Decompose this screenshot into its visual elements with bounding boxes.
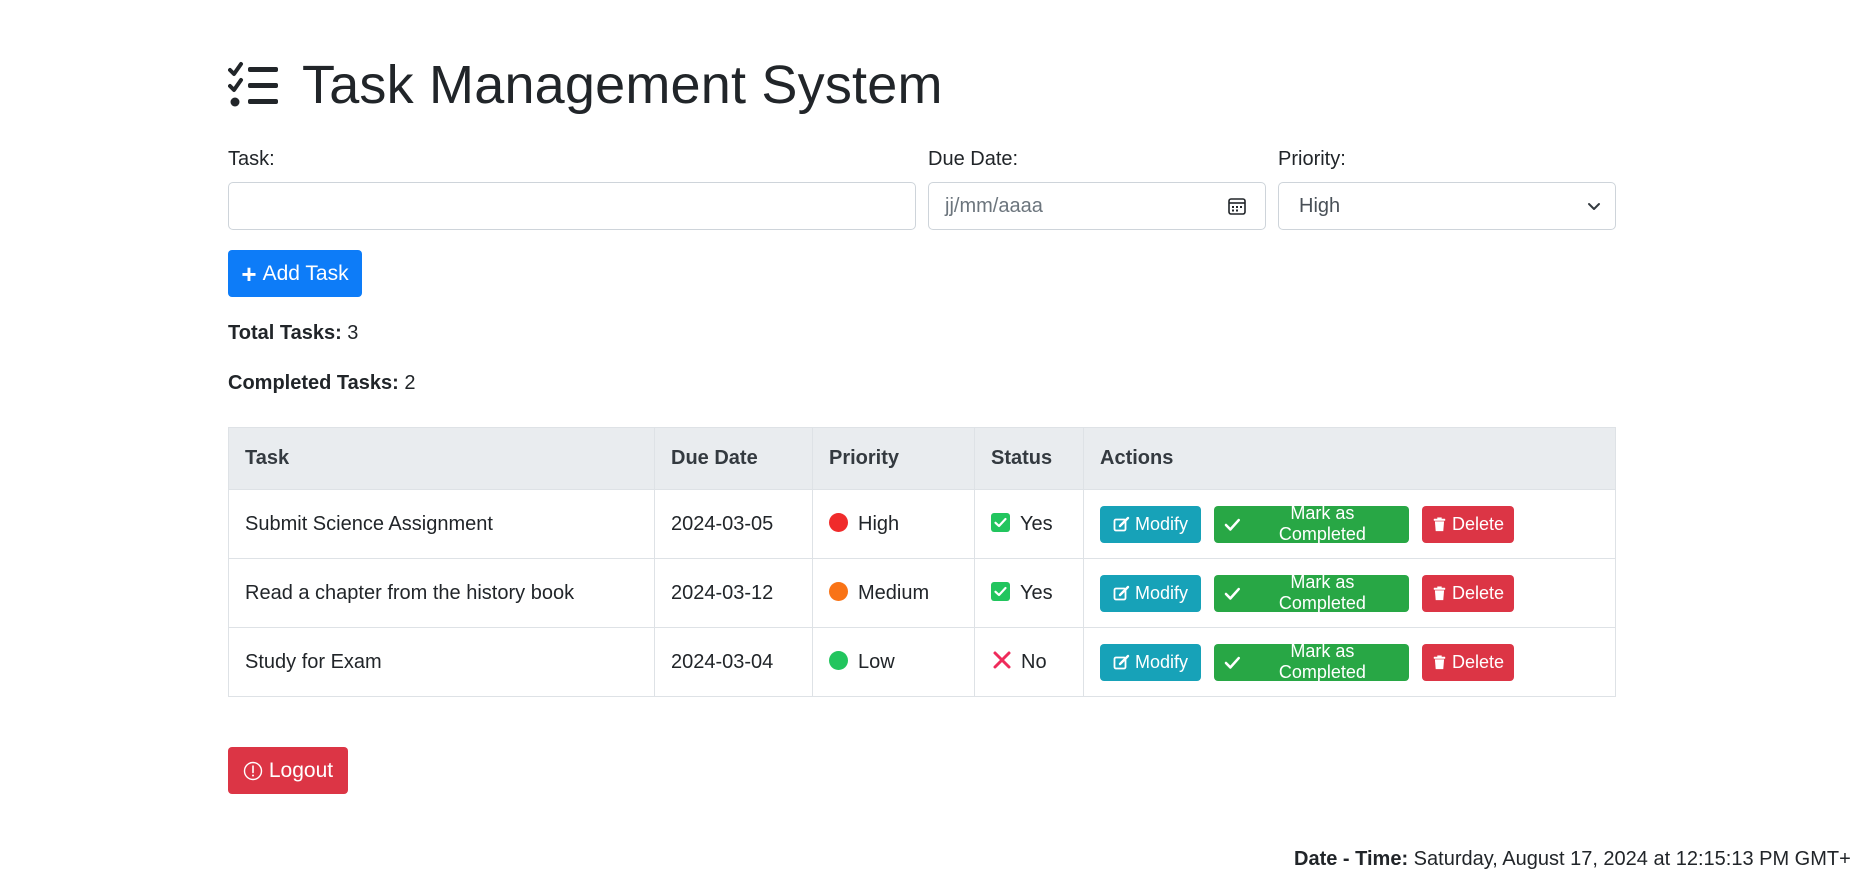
- edit-icon: [1113, 585, 1130, 600]
- modify-label: Modify: [1134, 651, 1188, 672]
- mark-completed-label: Mark as Completed: [1278, 641, 1366, 682]
- trash-icon: [1433, 516, 1446, 531]
- table-row: Study for Exam 2024-03-04 Low No Modify …: [228, 627, 1616, 697]
- logout-button[interactable]: Logout: [228, 747, 348, 794]
- datetime-label: Date - Time:: [1294, 848, 1409, 870]
- total-tasks-value: 3: [347, 322, 359, 344]
- cross-icon: [993, 651, 1011, 669]
- delete-button[interactable]: Delete: [1422, 505, 1514, 543]
- chevron-down-icon: [1588, 203, 1600, 210]
- task-name-cell: Submit Science Assignment: [228, 489, 655, 559]
- trash-icon: [1433, 654, 1446, 669]
- delete-label: Delete: [1451, 651, 1504, 672]
- due-date-placeholder: jj/mm/aaaa: [945, 194, 1043, 217]
- table-row: Submit Science Assignment 2024-03-05 Hig…: [228, 489, 1616, 559]
- delete-button[interactable]: Delete: [1422, 574, 1514, 612]
- completed-tasks-label: Completed Tasks:: [228, 372, 399, 394]
- datetime-footer: Date - Time: Saturday, August 17, 2024 a…: [1294, 848, 1851, 871]
- modify-label: Modify: [1134, 582, 1188, 603]
- alert-circle-icon: [243, 761, 263, 780]
- priority-cell: Low: [812, 627, 975, 697]
- task-input[interactable]: [228, 182, 916, 230]
- priority-select[interactable]: High: [1278, 182, 1616, 230]
- datetime-value: Saturday, August 17, 2024 at 12:15:13 PM…: [1413, 848, 1851, 870]
- due-date-cell: 2024-03-05: [654, 489, 813, 559]
- status-text: Yes: [1020, 512, 1053, 535]
- modify-button[interactable]: Modify: [1100, 505, 1201, 543]
- tasks-table: Task Due Date Priority Status Actions Su…: [228, 427, 1616, 697]
- mark-completed-label: Mark as Completed: [1278, 572, 1366, 613]
- column-header-actions: Actions: [1083, 427, 1616, 490]
- delete-label: Delete: [1451, 582, 1504, 603]
- due-date-input[interactable]: jj/mm/aaaa: [928, 182, 1266, 230]
- mark-completed-label: Mark as Completed: [1278, 503, 1366, 544]
- priority-text: Low: [858, 650, 895, 673]
- column-header-status: Status: [974, 427, 1084, 490]
- status-cell: Yes: [974, 489, 1084, 559]
- priority-dot-icon: [829, 512, 848, 532]
- status-text: Yes: [1020, 581, 1053, 604]
- task-name-cell: Read a chapter from the history book: [228, 558, 655, 628]
- tasks-list-icon: [228, 62, 278, 107]
- priority-cell: High: [812, 489, 975, 559]
- check-icon: [1224, 656, 1241, 669]
- add-task-button[interactable]: + Add Task: [228, 250, 362, 297]
- modify-button[interactable]: Modify: [1100, 574, 1201, 612]
- task-label: Task:: [228, 148, 275, 170]
- priority-cell: Medium: [812, 558, 975, 628]
- delete-label: Delete: [1451, 513, 1504, 534]
- check-icon: [1224, 518, 1241, 531]
- add-task-label: Add Task: [262, 261, 349, 285]
- modify-label: Modify: [1134, 513, 1188, 534]
- task-name-cell: Study for Exam: [228, 627, 655, 697]
- priority-text: High: [858, 512, 900, 535]
- completed-tasks-stat: Completed Tasks: 2: [228, 372, 415, 395]
- status-text: No: [1021, 650, 1047, 673]
- total-tasks-label: Total Tasks:: [228, 322, 342, 344]
- mark-completed-button[interactable]: Mark as Completed: [1214, 503, 1409, 544]
- calendar-icon[interactable]: [1227, 196, 1247, 216]
- table-row: Read a chapter from the history book 202…: [228, 558, 1616, 628]
- column-header-due-date: Due Date: [654, 427, 813, 490]
- actions-cell: Modify Mark as Completed Delete: [1083, 558, 1616, 628]
- check-icon: [1224, 587, 1241, 600]
- due-date-cell: 2024-03-12: [654, 558, 813, 628]
- status-cell: Yes: [974, 558, 1084, 628]
- priority-selected-value: High: [1299, 194, 1341, 217]
- modify-button[interactable]: Modify: [1100, 643, 1201, 681]
- column-header-task: Task: [228, 427, 655, 490]
- page-header: Task Management System: [228, 52, 943, 118]
- priority-dot-icon: [829, 650, 848, 670]
- due-date-label: Due Date:: [928, 148, 1019, 170]
- status-cell: No: [974, 627, 1084, 697]
- actions-cell: Modify Mark as Completed Delete: [1083, 627, 1616, 697]
- page-title: Task Management System: [302, 55, 943, 115]
- column-header-priority: Priority: [812, 427, 975, 490]
- edit-icon: [1113, 654, 1130, 669]
- trash-icon: [1433, 585, 1446, 600]
- mark-completed-button[interactable]: Mark as Completed: [1214, 641, 1409, 682]
- priority-text: Medium: [858, 581, 930, 604]
- total-tasks-stat: Total Tasks: 3: [228, 322, 358, 345]
- delete-button[interactable]: Delete: [1422, 643, 1514, 681]
- mark-completed-button[interactable]: Mark as Completed: [1214, 572, 1409, 613]
- plus-icon: +: [241, 258, 257, 289]
- edit-icon: [1113, 516, 1130, 531]
- logout-label: Logout: [268, 758, 334, 782]
- actions-cell: Modify Mark as Completed Delete: [1083, 489, 1616, 559]
- checkbox-checked-icon: [991, 581, 1010, 601]
- table-header-row: Task Due Date Priority Status Actions: [228, 427, 1616, 490]
- checkbox-checked-icon: [991, 512, 1010, 532]
- priority-label: Priority:: [1278, 148, 1346, 170]
- due-date-cell: 2024-03-04: [654, 627, 813, 697]
- completed-tasks-value: 2: [404, 372, 416, 394]
- priority-dot-icon: [829, 581, 848, 601]
